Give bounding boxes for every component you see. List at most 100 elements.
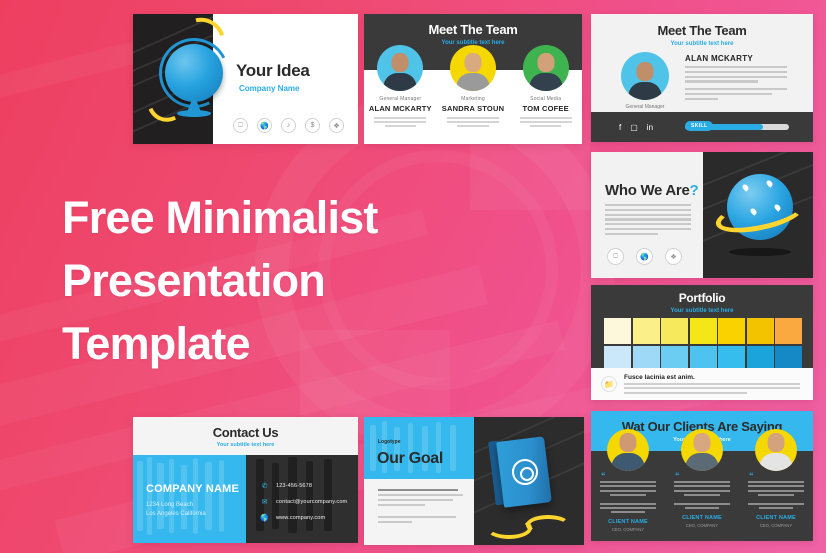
slide-title: Meet The Team — [657, 23, 747, 38]
team-member[interactable]: General Manager ALAN MCKARTY — [364, 45, 437, 127]
slide-paragraph — [378, 489, 463, 526]
testimonial-card[interactable]: “ CLIENT NAME CEO, COMPANY — [739, 429, 813, 532]
company-address: 1234 Long Beach Los Angeles California — [146, 501, 206, 519]
avatar — [681, 429, 723, 471]
testimonial-text — [748, 481, 804, 509]
slide-meet-the-team-single[interactable]: Meet The Team Your subtitle text here Ge… — [591, 14, 813, 142]
quote-mark: “ — [749, 471, 754, 481]
contact-email: contact@yourcompany.com — [276, 498, 348, 505]
linkedin-icon[interactable]: in — [647, 123, 653, 132]
rocket-icon[interactable]: ❖ — [665, 248, 682, 265]
color-swatch[interactable] — [604, 318, 631, 344]
skill-progress-bar[interactable]: SKILL — [685, 121, 789, 131]
testimonial-list: “ CLIENT NAME CEO, COMPANY “ CLIENT NAME… — [591, 429, 813, 532]
globe-shadow — [729, 248, 791, 256]
color-swatch[interactable] — [632, 318, 660, 344]
member-description — [374, 117, 427, 127]
slide-portfolio[interactable]: Portfolio Your subtitle text here 📁 Fusc… — [591, 285, 813, 400]
member-description — [447, 117, 499, 127]
yellow-cord — [486, 517, 532, 539]
phone-icon: ✆ — [261, 482, 268, 490]
color-swatch[interactable] — [775, 318, 802, 344]
dollar-icon[interactable]: $ — [305, 118, 320, 133]
rocket-icon[interactable]: ❖ — [329, 118, 344, 133]
color-swatch[interactable] — [718, 318, 745, 344]
slide-our-goal[interactable]: Logotype Our Goal — [364, 417, 584, 545]
slide-subtitle: Your subtitle text here — [216, 442, 275, 448]
globe-icon[interactable]: 🌎 — [636, 248, 653, 265]
color-swatch[interactable] — [746, 318, 774, 344]
avatar — [607, 429, 649, 471]
globe-base — [177, 110, 211, 117]
team-member[interactable]: Social Media TOM COFEE — [509, 45, 582, 127]
logotype-label: Logotype — [378, 439, 401, 445]
address-line-2: Los Angeles California — [146, 511, 206, 517]
slide-subtitle: Company Name — [239, 84, 300, 93]
member-role: Marketing — [461, 96, 485, 102]
slide-contact-us[interactable]: Contact Us Your subtitle text here COMPA… — [133, 417, 358, 543]
color-swatch[interactable] — [661, 318, 688, 344]
member-bio-paragraph-1 — [685, 66, 787, 85]
team-member-list: General Manager ALAN MCKARTY Marketing S… — [364, 45, 582, 127]
mail-icon: ✉ — [261, 498, 268, 506]
contact-row[interactable]: ✆ 123-456-5678 — [260, 481, 347, 490]
contact-phone: 123-456-5678 — [276, 482, 313, 489]
facebook-icon[interactable]: f — [619, 123, 621, 132]
avatar — [621, 52, 669, 100]
team-member[interactable]: Marketing SANDRA STOUN — [437, 45, 510, 127]
slide-who-we-are[interactable]: Who We Are? ⎕ 🌎 ❖ — [591, 152, 813, 278]
slide-body: “ CLIENT NAME CEO, COMPANY “ CLIENT NAME… — [591, 429, 813, 541]
footer-heading: Fusce lacinia est anim. — [624, 374, 695, 381]
yellow-cord — [526, 515, 570, 535]
slide-subtitle: Your subtitle text here — [670, 41, 734, 47]
music-note-icon[interactable]: ♪ — [281, 118, 296, 133]
slide-title: Your Idea — [236, 61, 310, 80]
folder-icon: 📁 — [601, 376, 617, 392]
address-line-1: 1234 Long Beach — [146, 502, 194, 508]
slide-right-panel — [474, 417, 584, 545]
skill-label: SKILL — [685, 121, 714, 131]
testimonial-card[interactable]: “ CLIENT NAME CEO, COMPANY — [665, 429, 739, 532]
contact-right-panel: ✆ 123-456-5678 ✉ contact@yourcompany.com… — [246, 455, 358, 543]
client-name: CLIENT NAME — [608, 519, 648, 526]
slide-your-idea[interactable]: Your Idea Company Name ⎕ 🌎 ♪ $ ❖ — [133, 14, 358, 144]
slide-testimonials[interactable]: Wat Our Clients Are Saying Your subtitle… — [591, 411, 813, 541]
member-bio-paragraph-2 — [685, 88, 787, 102]
client-name: CLIENT NAME — [682, 514, 722, 521]
feature-icon-row: ⎕ 🌎 ♪ $ ❖ — [233, 118, 344, 133]
slide-paragraph — [605, 204, 691, 237]
member-role: Social Media — [530, 96, 562, 102]
web-icon: 🌎 — [260, 514, 269, 522]
slide-title: Contact Us — [212, 425, 279, 440]
footer-paragraph — [624, 383, 800, 396]
color-swatch[interactable] — [689, 318, 717, 344]
quote-mark: “ — [675, 471, 680, 481]
client-name: CLIENT NAME — [756, 514, 796, 521]
headline-line-1: Free Minimalist — [62, 192, 378, 243]
slide-title: Who We Are? — [605, 182, 699, 199]
globe-icon — [165, 44, 223, 102]
slide-title: Portfolio — [678, 291, 726, 305]
avatar — [377, 45, 424, 91]
globe-icon[interactable]: 🌎 — [257, 118, 272, 133]
slide-footer: f ▢ in SKILL — [591, 112, 813, 142]
testimonial-card[interactable]: “ CLIENT NAME CEO, COMPANY — [591, 429, 665, 532]
slide-meet-the-team-three[interactable]: Meet The Team Your subtitle text here Ge… — [364, 14, 582, 144]
avatar — [522, 45, 569, 91]
testimonial-text — [600, 481, 656, 514]
member-description — [519, 117, 572, 127]
headline-line-3: Template — [62, 318, 251, 369]
company-name: COMPANY NAME — [146, 483, 240, 495]
contact-row[interactable]: 🌎 www.company.com — [260, 513, 347, 522]
member-name: ALAN MCKARTY — [368, 104, 432, 113]
slide-title: Meet The Team — [428, 22, 518, 37]
testimonial-text — [674, 481, 730, 509]
instagram-icon[interactable]: ▢ — [630, 123, 638, 132]
monitor-icon[interactable]: ⎕ — [607, 248, 624, 265]
member-role: General Manager — [625, 104, 665, 110]
monitor-icon[interactable]: ⎕ — [233, 118, 248, 133]
contact-row[interactable]: ✉ contact@yourcompany.com — [260, 497, 348, 506]
slide-header: Contact Us Your subtitle text here — [133, 417, 358, 455]
slide-right-panel — [703, 152, 813, 278]
slide-header: Portfolio Your subtitle text here — [591, 285, 813, 372]
